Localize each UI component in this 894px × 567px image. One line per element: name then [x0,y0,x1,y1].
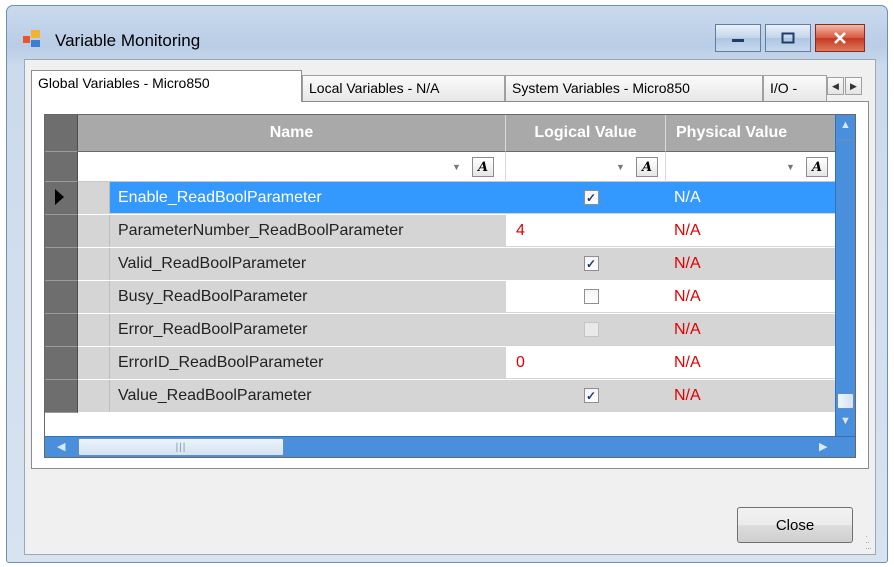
logical-value-text: 0 [516,353,525,371]
row-header[interactable] [45,248,78,281]
filter-cell-physical-value: ▼ A [666,152,836,182]
minimize-button[interactable] [715,24,761,52]
filter-font-button[interactable]: A [472,157,494,177]
close-button[interactable]: Close [737,507,853,543]
tab-io-variables[interactable]: I/O - [763,75,827,101]
column-header-name[interactable]: Name [78,115,506,152]
logical-value-checkbox[interactable]: ✓ [583,190,599,205]
filter-cell-logical-value: ▼ A [506,152,666,182]
tab-scroll-right-button[interactable]: ▶ [845,77,862,95]
table-row[interactable]: Error_ReadBoolParameter N/A [78,314,836,347]
current-row-arrow-icon [55,189,64,205]
variable-name-cell[interactable]: Error_ReadBoolParameter [110,314,506,346]
grid-corner-header[interactable] [45,115,78,152]
filter-dropdown-icon[interactable]: ▼ [616,162,625,172]
row-header[interactable] [45,314,78,347]
row-gutter-cell [78,380,110,412]
window-title: Variable Monitoring [55,31,201,50]
row-header[interactable] [45,281,78,314]
filter-dropdown-icon[interactable]: ▼ [452,162,461,172]
logical-value-cell[interactable] [506,281,666,313]
row-gutter-cell [78,215,110,247]
resize-grip-icon[interactable]: · ·· ··· [865,532,872,553]
filter-dropdown-icon[interactable]: ▼ [786,162,795,172]
variable-name-cell[interactable]: ParameterNumber_ReadBoolParameter [110,215,506,247]
logical-value-cell[interactable] [506,314,666,346]
logical-value-cell[interactable]: 4 [506,215,666,247]
logical-value-cell[interactable]: ✓ [506,182,666,214]
tab-system-variables[interactable]: System Variables - Micro850 [505,75,763,101]
variables-grid[interactable]: Name Logical Value Physical Value ▼ A ▼ … [44,114,856,458]
row-gutter-cell [78,347,110,379]
tab-scroll-left-button[interactable]: ◀ [827,77,844,95]
scroll-down-arrow-icon[interactable]: ▼ [840,415,851,427]
vertical-scroll-thumb[interactable] [837,393,854,409]
maximize-icon [781,32,795,44]
logical-value-checkbox [583,322,599,337]
logical-value-checkbox[interactable]: ✓ [583,256,599,271]
table-row[interactable]: ErrorID_ReadBoolParameter 0 N/A [78,347,836,380]
scroll-left-arrow-icon[interactable]: ◀ [57,440,65,453]
scroll-up-arrow-icon[interactable]: ▲ [840,119,851,131]
physical-value-cell[interactable]: N/A [666,281,836,313]
chevron-left-icon: ◀ [832,80,839,91]
row-gutter-cell [78,248,110,280]
minimize-icon [732,39,744,42]
logical-value-cell[interactable]: 0 [506,347,666,379]
filter-font-button[interactable]: A [806,157,828,177]
row-header[interactable] [45,215,78,248]
grip-icon: ||| [175,441,187,453]
row-header[interactable] [45,182,78,215]
client-area: Global Variables - Micro850 Local Variab… [24,59,876,555]
app-icon [23,30,40,47]
tab-local-variables[interactable]: Local Variables - N/A [302,75,505,101]
row-gutter-cell [78,182,110,214]
column-header-physical-value[interactable]: Physical Value [666,115,836,152]
title-bar[interactable]: Variable Monitoring [7,6,887,52]
row-header[interactable] [45,347,78,380]
logical-value-cell[interactable]: ✓ [506,248,666,280]
variable-name-cell[interactable]: Enable_ReadBoolParameter [110,182,506,214]
physical-value-cell[interactable]: N/A [666,248,836,280]
row-gutter-cell [78,314,110,346]
tab-panel: Name Logical Value Physical Value ▼ A ▼ … [31,101,869,469]
physical-value-cell[interactable]: N/A [666,347,836,379]
variable-name-cell[interactable]: Valid_ReadBoolParameter [110,248,506,280]
scroll-right-arrow-icon[interactable]: ▶ [819,440,827,453]
table-row[interactable]: Valid_ReadBoolParameter ✓ N/A [78,248,836,281]
table-row[interactable]: Value_ReadBoolParameter ✓ N/A [78,380,836,413]
tab-global-variables[interactable]: Global Variables - Micro850 [31,70,302,102]
close-icon [834,32,846,44]
tab-strip: Global Variables - Micro850 Local Variab… [31,70,871,102]
column-header-logical-value[interactable]: Logical Value [506,115,666,152]
variable-name-cell[interactable]: ErrorID_ReadBoolParameter [110,347,506,379]
physical-value-cell[interactable]: N/A [666,314,836,346]
chevron-right-icon: ▶ [850,80,857,91]
horizontal-scroll-thumb[interactable]: ||| [78,438,284,456]
table-row[interactable]: Busy_ReadBoolParameter N/A [78,281,836,314]
maximize-button[interactable] [765,24,811,52]
variable-name-cell[interactable]: Value_ReadBoolParameter [110,380,506,412]
physical-value-cell[interactable]: N/A [666,182,836,214]
physical-value-cell[interactable]: N/A [666,215,836,247]
filter-row-header [45,152,78,182]
logical-value-checkbox[interactable]: ✓ [583,388,599,403]
table-row[interactable]: ParameterNumber_ReadBoolParameter 4 N/A [78,215,836,248]
variable-name-cell[interactable]: Busy_ReadBoolParameter [110,281,506,313]
row-header[interactable] [45,380,78,413]
horizontal-scrollbar[interactable]: ◀ ||| ▶ [45,436,855,457]
filter-cell-name: ▼ A [78,152,506,182]
table-row[interactable]: Enable_ReadBoolParameter ✓ N/A [78,182,836,215]
close-window-button[interactable] [815,24,865,52]
logical-value-cell[interactable]: ✓ [506,380,666,412]
variable-monitoring-window: Variable Monitoring Global Variables - M… [6,5,888,563]
physical-value-cell[interactable]: N/A [666,380,836,412]
logical-value-checkbox[interactable] [583,289,599,304]
vertical-scrollbar[interactable]: ▲ ▼ [835,115,855,438]
row-gutter-cell [78,281,110,313]
filter-font-button[interactable]: A [636,157,658,177]
logical-value-text: 4 [516,221,525,239]
